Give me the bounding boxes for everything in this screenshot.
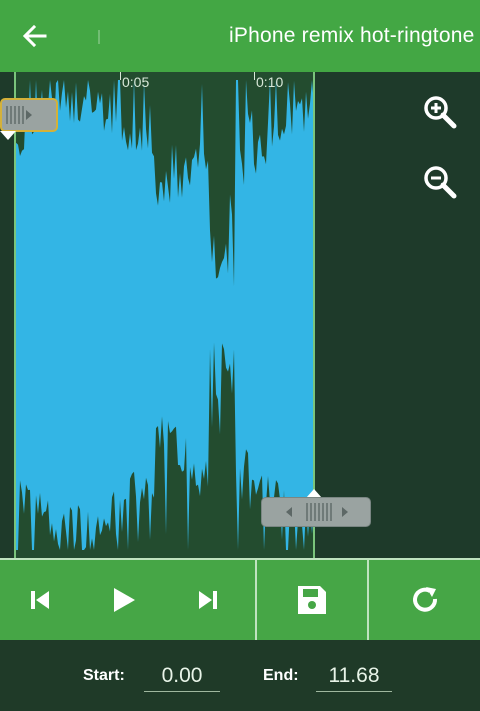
audio-waveform[interactable] — [14, 72, 314, 558]
play-button[interactable] — [96, 560, 152, 640]
end-handle[interactable] — [261, 497, 371, 527]
start-time-field[interactable]: 0.00 — [144, 664, 220, 688]
page-title: iPhone remix hot-ringtone — [229, 24, 475, 47]
reset-button[interactable] — [369, 560, 480, 640]
grip-lines — [6, 106, 24, 124]
back-button[interactable] — [16, 18, 54, 54]
end-field-underline — [316, 691, 392, 692]
waveform-editor[interactable]: 0:05 0:10 — [0, 72, 480, 558]
time-marker: 0:05 — [122, 74, 150, 90]
arrow-left-icon — [23, 25, 47, 47]
play-icon — [114, 588, 135, 612]
time-marker: 0:10 — [256, 74, 284, 90]
trim-footer: Start: 0.00 End: 11.68 — [0, 640, 480, 711]
playback-controls — [0, 558, 480, 640]
time-tick — [254, 72, 255, 80]
appbar-divider — [98, 30, 100, 44]
zoom-in-icon — [424, 96, 457, 129]
start-line — [14, 72, 16, 558]
app-bar: iPhone remix hot-ringtone — [0, 0, 480, 72]
zoom-out-icon — [424, 166, 457, 199]
start-handle[interactable] — [0, 98, 58, 132]
skip-next-button[interactable] — [180, 560, 236, 640]
skip-next-icon — [199, 591, 217, 609]
save-button[interactable] — [257, 560, 367, 640]
zoom-in-button[interactable] — [420, 92, 460, 132]
right-arrow-icon — [342, 507, 348, 517]
skip-previous-icon — [31, 591, 49, 609]
end-time-field[interactable]: 11.68 — [316, 664, 392, 688]
left-arrow-icon — [286, 507, 292, 517]
reset-icon — [412, 587, 437, 612]
start-marker-pointer — [0, 131, 16, 140]
start-label: Start: — [83, 667, 125, 684]
skip-previous-button[interactable] — [12, 560, 68, 640]
end-line — [313, 72, 315, 558]
time-tick — [120, 72, 121, 80]
zoom-out-button[interactable] — [420, 162, 460, 202]
waveform-shape — [14, 80, 314, 550]
start-field-underline — [144, 691, 220, 692]
end-label: End: — [263, 667, 299, 684]
right-arrow-icon — [26, 110, 32, 120]
grip-lines — [306, 503, 332, 521]
save-icon — [298, 586, 326, 614]
